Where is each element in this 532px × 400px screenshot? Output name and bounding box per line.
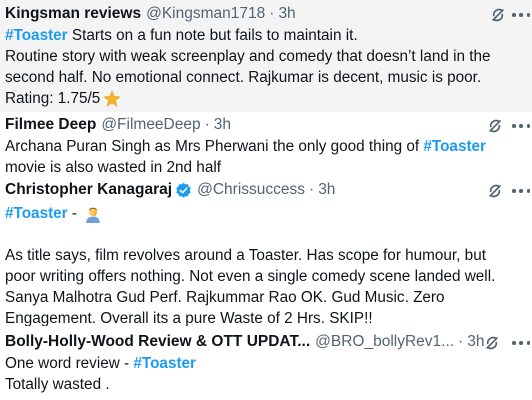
tweet-line: Sanya Malhotra Gud Perf. Rajkummar Rao O… (5, 289, 445, 306)
tweet-line: Totally wasted . (5, 376, 110, 393)
grok-icon[interactable] (489, 6, 507, 24)
tweet-text-segment: One word review - (5, 355, 134, 372)
author-handle[interactable]: @Chrissuccess (197, 181, 305, 199)
more-options-icon[interactable] (512, 340, 530, 346)
tweet-text: #Toaster - As title says, film revolves … (5, 203, 524, 329)
tweet-line: One word review - #Toaster (5, 353, 524, 374)
tweet-text-segment: - (67, 205, 82, 222)
rating-text: Rating: 1.75/5 (5, 90, 101, 107)
separator-dot: · (204, 116, 210, 133)
tweet-line: movie is also wasted in 2nd half (5, 159, 221, 176)
timestamp[interactable]: 3h (467, 333, 484, 351)
tweet-line: As title says, film revolves around a To… (5, 247, 486, 264)
more-options-icon[interactable] (512, 123, 530, 129)
more-options-icon[interactable] (512, 188, 530, 194)
tweet-line: #Toaster - (5, 203, 524, 224)
separator-dot: · (269, 5, 275, 22)
tweet-kingsman-reviews[interactable]: Kingsman reviews @Kingsman1718 · 3h #Toa… (0, 0, 532, 112)
author-handle[interactable]: @Kingsman1718 (146, 5, 265, 23)
tweet-filmee-deep[interactable]: Filmee Deep @FilmeeDeep · 3h Archana Pur… (0, 112, 532, 178)
more-options-icon[interactable] (512, 12, 530, 18)
tweet-header: Filmee Deep @FilmeeDeep · 3h (5, 115, 231, 135)
tweet-header: Kingsman reviews @Kingsman1718 · 3h (5, 4, 296, 24)
grok-icon[interactable] (486, 117, 504, 135)
tweet-text: #Toaster Starts on a fun note but fails … (5, 25, 524, 109)
hashtag-link[interactable]: #Toaster (5, 27, 68, 44)
tweet-text-segment: Archana Puran Singh as Mrs Pherwani the … (5, 138, 424, 155)
author-name[interactable]: Bolly-Holly-Wood Review & OTT UPDAT... (5, 333, 310, 351)
verified-badge-icon (176, 182, 191, 198)
tweet-text: Archana Puran Singh as Mrs Pherwani the … (5, 136, 524, 178)
separator-dot: · (309, 181, 315, 198)
tweet-line: #Toaster Starts on a fun note but fails … (5, 25, 524, 46)
author-handle[interactable]: @FilmeeDeep (101, 116, 200, 134)
grok-icon[interactable] (486, 182, 504, 200)
tweet-line: poor writing offers nothing. Not even a … (5, 268, 496, 285)
author-name[interactable]: Kingsman reviews (5, 5, 141, 23)
author-name[interactable]: Christopher Kanagaraj (5, 181, 172, 199)
tweet-text: One word review - #Toaster Totally waste… (5, 353, 524, 395)
hashtag-link[interactable]: #Toaster (423, 138, 486, 155)
tweet-line: Archana Puran Singh as Mrs Pherwani the … (5, 136, 524, 157)
tweet-line: Rating: 1.75/5 (5, 88, 524, 109)
tweet-header: Christopher Kanagaraj @Chrissuccess · 3h (5, 180, 335, 200)
hashtag-link[interactable]: #Toaster (133, 355, 196, 372)
timestamp[interactable]: 3h (278, 5, 295, 23)
facepalm-emoji-icon (86, 207, 100, 223)
tweet-header: Bolly-Holly-Wood Review & OTT UPDAT... @… (5, 332, 485, 352)
timestamp[interactable]: 3h (318, 181, 335, 199)
tweet-text-segment: Starts on a fun note but fails to mainta… (67, 27, 358, 44)
star-emoji-icon (103, 90, 121, 107)
tweet-line: second half. No emotional connect. Rajku… (5, 69, 482, 86)
author-handle[interactable]: @BRO_bollyRev1... (315, 333, 454, 351)
timestamp[interactable]: 3h (214, 116, 231, 134)
tweet-line: Routine story with weak screenplay and c… (5, 48, 491, 65)
tweet-christopher-kanagaraj[interactable]: Christopher Kanagaraj @Chrissuccess · 3h… (0, 178, 532, 329)
tweet-bolly-holly-wood-review[interactable]: Bolly-Holly-Wood Review & OTT UPDAT... @… (0, 326, 532, 400)
tweet-feed: Kingsman reviews @Kingsman1718 · 3h #Toa… (0, 0, 532, 400)
separator-dot: · (458, 333, 464, 350)
grok-icon[interactable] (483, 334, 501, 352)
hashtag-link[interactable]: #Toaster (5, 205, 68, 222)
author-name[interactable]: Filmee Deep (5, 116, 96, 134)
